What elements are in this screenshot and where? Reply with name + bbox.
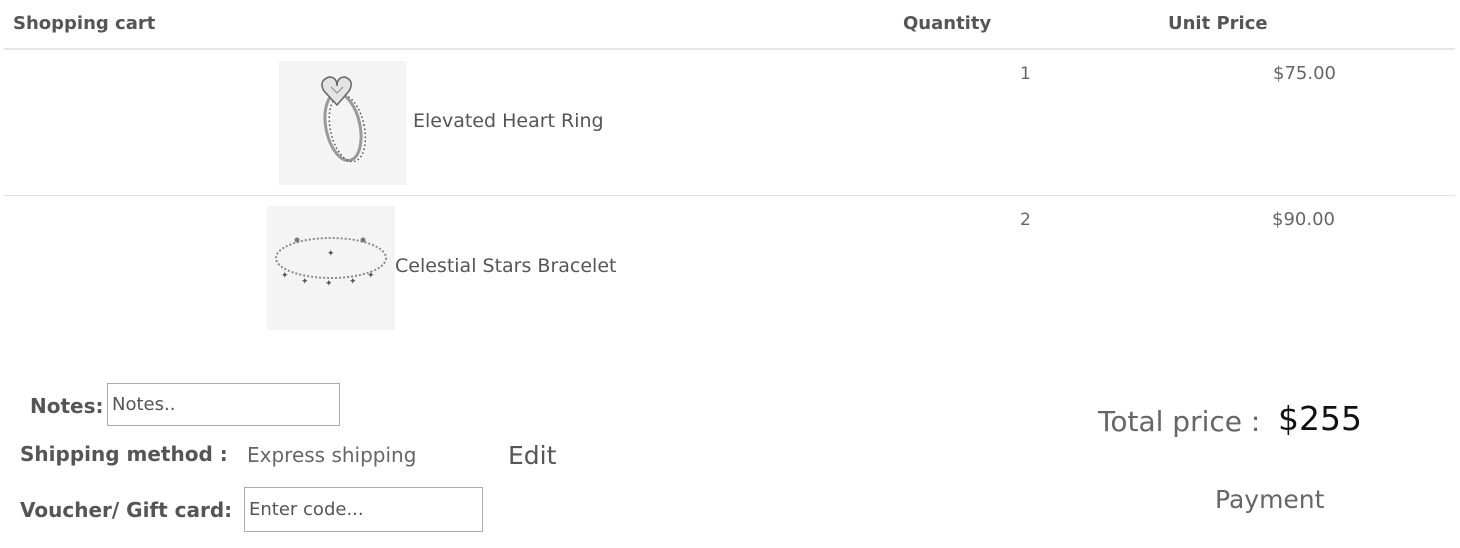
item-quantity: 2 — [1020, 210, 1031, 230]
ring-image[interactable] — [279, 61, 407, 185]
svg-text:✦: ✦ — [327, 249, 335, 259]
edit-shipping-link[interactable]: Edit — [508, 441, 556, 470]
total-price-label: Total price : — [1098, 405, 1261, 438]
item-unit-price: $75.00 — [1273, 63, 1336, 84]
svg-text:✦: ✦ — [281, 271, 289, 281]
bracelet-image[interactable]: ✦ ✦ ✦ ✦ ✦ ✦ — [267, 206, 395, 330]
bracelet-icon: ✦ ✦ ✦ ✦ ✦ ✦ — [275, 237, 387, 289]
total-price-value: $255 — [1278, 399, 1362, 438]
shipping-method-value: Express shipping — [247, 443, 417, 467]
product-name[interactable]: Elevated Heart Ring — [413, 110, 604, 132]
svg-text:✦: ✦ — [349, 277, 357, 287]
voucher-label: Voucher/ Gift card: — [20, 498, 233, 522]
product-name[interactable]: Celestial Stars Bracelet — [395, 255, 616, 277]
cart-title: Shopping cart — [13, 13, 156, 34]
cart-item-row: Elevated Heart Ring 1 $75.00 — [4, 50, 1455, 196]
svg-text:✦: ✦ — [325, 279, 333, 289]
item-quantity: 1 — [1020, 64, 1031, 84]
voucher-code-input[interactable] — [244, 487, 483, 532]
svg-text:✦: ✦ — [367, 271, 375, 281]
cart-item-row: ✦ ✦ ✦ ✦ ✦ ✦ Celestial Stars Bracelet 2 $… — [4, 196, 1455, 341]
notes-input[interactable] — [107, 383, 340, 426]
shipping-method-label: Shipping method : — [20, 442, 228, 466]
cart-header: Shopping cart Quantity Unit Price — [4, 0, 1455, 50]
quantity-header: Quantity — [903, 13, 992, 34]
ring-icon — [321, 76, 367, 163]
svg-text:✦: ✦ — [301, 277, 309, 287]
payment-button[interactable]: Payment — [1215, 485, 1324, 514]
notes-label: Notes: — [30, 394, 104, 418]
item-unit-price: $90.00 — [1272, 209, 1335, 230]
unit-price-header: Unit Price — [1168, 13, 1268, 34]
